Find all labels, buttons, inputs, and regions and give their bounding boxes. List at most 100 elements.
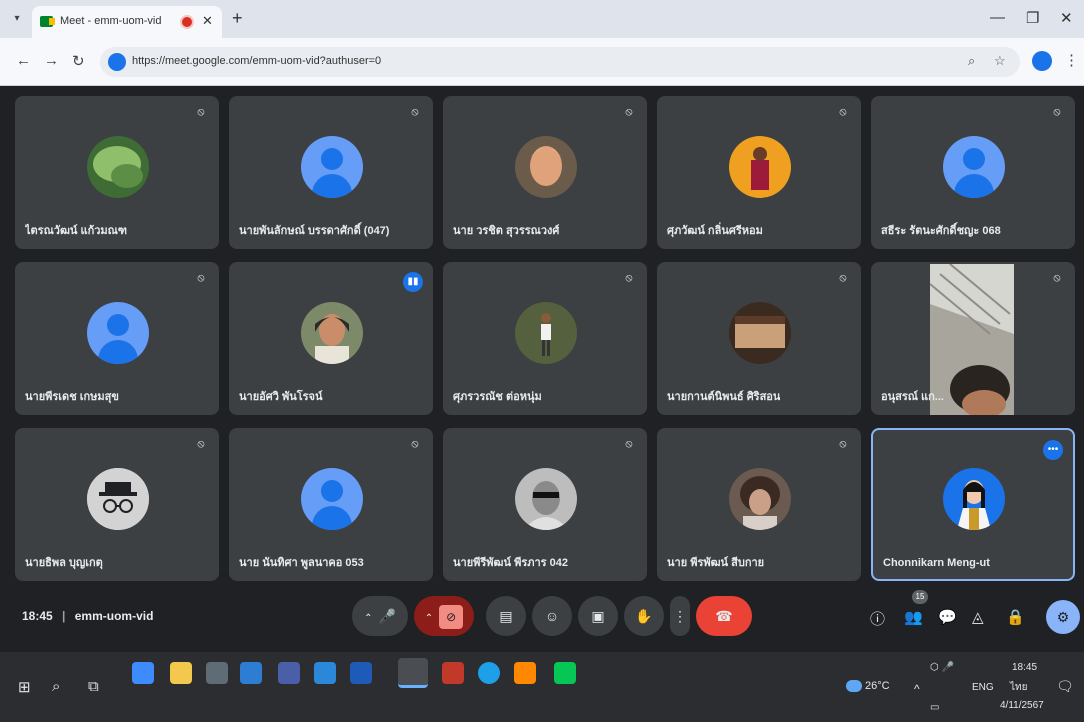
participant-tile[interactable]: ⦸ ศุภรวรณัช ต่อหนุ่ม [443, 262, 647, 415]
task-view-icon[interactable]: ⧉ [88, 678, 99, 695]
app-icon[interactable] [442, 662, 464, 684]
participant-avatar [301, 136, 363, 198]
chat-icon[interactable]: 💬 [938, 608, 957, 626]
reload-icon[interactable]: ↻ [72, 52, 85, 70]
tab-close-icon[interactable]: ✕ [202, 13, 213, 29]
camera-toggle-button[interactable]: ⌃ ⊘ [414, 596, 474, 636]
language-indicator[interactable]: ENG [972, 682, 994, 693]
browser-menu-icon[interactable]: ⋮ [1064, 51, 1079, 69]
bookmark-star-icon[interactable]: ☆ [994, 53, 1006, 69]
companion-settings-icon[interactable]: ⚙ [1046, 600, 1080, 634]
participant-tile[interactable]: ⦸ ไตรณวัฒน์ แก้วมณฑ [15, 96, 219, 249]
omnibox[interactable]: https://meet.google.com/emm-uom-vid?auth… [100, 47, 1020, 77]
participant-name: ศุภวัฒน์ กลิ่นศรีหอม [667, 225, 763, 237]
participant-tile[interactable]: ⦸ อนุสรณ์ แก... [871, 262, 1075, 415]
start-icon[interactable]: ⊞ [18, 678, 31, 696]
back-icon[interactable]: ← [16, 52, 31, 69]
present-button[interactable]: ▣ [578, 596, 618, 636]
leave-call-button[interactable]: ☎ [696, 596, 752, 636]
maximize-button[interactable]: ❐ [1026, 9, 1039, 27]
participant-tile[interactable]: ⦸ นายกานต์นิพนธ์ ศิริสอน [657, 262, 861, 415]
edge-icon[interactable] [478, 662, 500, 684]
tab-search-icon[interactable]: ▾ [8, 10, 26, 28]
participant-name: Chonnikarn Meng-ut [883, 557, 990, 569]
more-options-button[interactable]: ⋮ [670, 596, 690, 636]
meeting-time: 18:45 [22, 609, 53, 623]
site-info-icon[interactable] [108, 53, 126, 71]
meeting-control-bar: 18:45 | emm-uom-vid ⌃ 🎤 ⌃ ⊘ ▤ ☺ ▣ ✋ ⋮ ☎ ⓘ … [0, 582, 1084, 652]
mic-muted-icon: ⦸ [625, 106, 633, 118]
participant-avatar [515, 302, 577, 364]
taskbar-clock-lang: ไทย [1010, 682, 1028, 693]
participant-tile[interactable]: ⦸ นายธิพล บุญเกตุ [15, 428, 219, 581]
participant-name: อนุสรณ์ แก... [881, 391, 944, 403]
new-tab-button[interactable]: + [232, 8, 243, 29]
captions-button[interactable]: ▤ [486, 596, 526, 636]
self-tile[interactable]: ••• Chonnikarn Meng-ut [871, 428, 1075, 581]
participant-name: ไตรณวัฒน์ แก้วมณฑ [25, 225, 127, 237]
mic-options-chevron-icon[interactable]: ⌃ [364, 613, 372, 624]
app-icon[interactable] [278, 662, 300, 684]
file-explorer-icon[interactable] [170, 662, 192, 684]
participant-name: นายพีรเดช เกษมสุข [25, 391, 119, 403]
profile-avatar[interactable] [1032, 51, 1052, 71]
participant-name: ศุภรวรณัช ต่อหนุ่ม [453, 391, 542, 403]
tab-title: Meet - emm-uom-vid [60, 15, 162, 27]
tab-meet[interactable]: Meet - emm-uom-vid ✕ [32, 6, 222, 38]
participant-avatar [729, 468, 791, 530]
url-text[interactable]: https://meet.google.com/emm-uom-vid?auth… [132, 55, 381, 67]
zoom-icon[interactable]: ⌕ [968, 53, 975, 69]
meeting-info-icon[interactable]: ⓘ [870, 608, 885, 629]
mic-muted-icon: ⦸ [839, 272, 847, 284]
app-icon[interactable] [314, 662, 336, 684]
app-icon[interactable] [206, 662, 228, 684]
search-icon[interactable]: ⌕ [52, 678, 60, 695]
participant-avatar [301, 468, 363, 530]
participant-avatar [729, 136, 791, 198]
hangup-icon: ☎ [715, 608, 733, 624]
participant-name: นาย พีรพัฒน์ สีบกาย [667, 557, 765, 569]
anonymous-avatar [87, 468, 149, 530]
app-icon[interactable] [350, 662, 372, 684]
chrome-icon[interactable] [398, 658, 428, 688]
participant-name: นาย วรชิต สุวรรณวงศ์ [453, 225, 560, 237]
taskbar-clock-date[interactable]: 4/11/2567 [1000, 700, 1044, 711]
forward-icon[interactable]: → [44, 52, 59, 69]
participant-avatar [943, 468, 1005, 530]
tray-chevron-icon[interactable]: ^ [914, 682, 920, 696]
taskbar-clock-time[interactable]: 18:45 [1012, 662, 1037, 673]
participant-name: นายพันลักษณ์ บรรดาศักดิ์ (047) [239, 225, 390, 237]
participant-tile[interactable]: ⦸ สธีระ รัตนะศักดิ์ชญะ 068 [871, 96, 1075, 249]
participant-tile[interactable]: ⦸ นายพันลักษณ์ บรรดาศักดิ์ (047) [229, 96, 433, 249]
close-window-button[interactable]: ✕ [1060, 9, 1073, 27]
host-controls-lock-icon[interactable]: 🔒 [1006, 608, 1025, 626]
camera-options-chevron-icon[interactable]: ⌃ [425, 613, 433, 624]
participant-name: นายอัศวิ พันโรจน์ [239, 391, 323, 403]
participant-tile[interactable]: ⦸ นาย นันทิศา พูลนาคอ 053 [229, 428, 433, 581]
camera-off-icon: ⊘ [439, 605, 464, 629]
participant-tile[interactable]: ⦸ นาย พีรพัฒน์ สีบกาย [657, 428, 861, 581]
meeting-code: emm-uom-vid [74, 609, 154, 623]
people-icon[interactable]: 👥 [904, 608, 923, 626]
line-icon[interactable] [554, 662, 576, 684]
browser-tab-bar: ▾ Meet - emm-uom-vid ✕ + — ❐ ✕ [0, 0, 1084, 38]
participant-tile[interactable]: ⦸ นาย วรชิต สุวรรณวงศ์ [443, 96, 647, 249]
participant-tile[interactable]: ⦸ ศุภวัฒน์ กลิ่นศรีหอม [657, 96, 861, 249]
copilot-icon[interactable] [132, 662, 154, 684]
activities-icon[interactable]: ◬ [972, 608, 984, 626]
minimize-button[interactable]: — [990, 9, 1005, 26]
notification-icon[interactable]: 🗨 [1056, 678, 1074, 695]
more-options-icon[interactable]: ••• [1043, 440, 1063, 460]
mic-icon: 🎤 [378, 608, 396, 624]
participant-tile[interactable]: ⦸ นายพีรีพัฒน์ พีรภาร 042 [443, 428, 647, 581]
mic-toggle-button[interactable]: ⌃ 🎤 [352, 596, 408, 636]
participant-tile[interactable]: ▮▮ นายอัศวิ พันโรจน์ [229, 262, 433, 415]
weather-widget[interactable]: 26°C [846, 680, 890, 693]
participant-tile[interactable]: ⦸ นายพีรเดช เกษมสุข [15, 262, 219, 415]
participant-name: นาย นันทิศา พูลนาคอ 053 [239, 557, 364, 569]
reactions-button[interactable]: ☺ [532, 596, 572, 636]
store-icon[interactable] [240, 662, 262, 684]
raise-hand-button[interactable]: ✋ [624, 596, 664, 636]
vlc-icon[interactable] [514, 662, 536, 684]
participant-avatar [943, 136, 1005, 198]
